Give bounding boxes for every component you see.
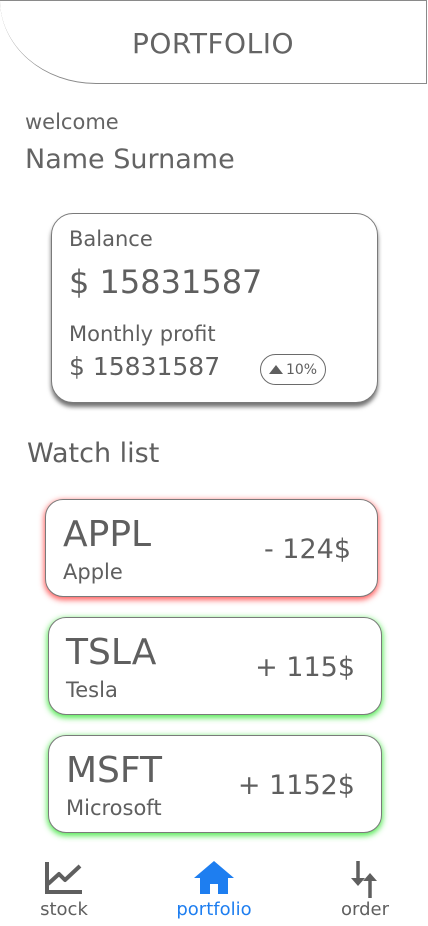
nav-label-portfolio: portfolio <box>176 899 252 920</box>
company-name: Microsoft <box>66 796 162 820</box>
watchlist-item-appl[interactable]: APPL Apple - 124$ <box>45 499 378 597</box>
company-name: Apple <box>63 560 123 584</box>
ticker-symbol: MSFT <box>66 750 162 791</box>
price-change: + 1152$ <box>237 770 355 801</box>
balance-label: Balance <box>69 227 153 251</box>
profit-badge: 10% <box>260 354 326 385</box>
balance-card: Balance $ 15831587 Monthly profit $ 1583… <box>51 213 378 403</box>
watch-list-title: Watch list <box>27 438 160 469</box>
user-name: Name Surname <box>25 144 235 175</box>
company-name: Tesla <box>66 678 118 702</box>
page-title: PORTFOLIO <box>132 27 294 60</box>
nav-label-order: order <box>341 899 389 920</box>
profit-badge-label: 10% <box>285 361 318 378</box>
nav-item-portfolio[interactable]: portfolio <box>159 850 269 926</box>
ticker-symbol: TSLA <box>66 632 157 673</box>
bottom-navigation: stock portfolio order <box>0 850 428 926</box>
monthly-profit-value: $ 15831587 <box>69 352 221 381</box>
ticker-symbol: APPL <box>63 514 152 555</box>
balance-value: $ 15831587 <box>69 263 263 301</box>
price-change: + 115$ <box>255 652 355 683</box>
watchlist-item-msft[interactable]: MSFT Microsoft + 1152$ <box>48 735 382 833</box>
sort-arrows-icon <box>351 861 377 898</box>
nav-item-order[interactable]: order <box>310 850 420 926</box>
monthly-profit-label: Monthly profit <box>69 322 216 346</box>
home-icon <box>194 861 234 894</box>
price-change: - 124$ <box>263 534 351 565</box>
triangle-up-icon <box>268 365 283 374</box>
chart-line-icon <box>45 862 82 894</box>
header-bar: PORTFOLIO <box>0 0 427 84</box>
nav-label-stock: stock <box>40 899 88 920</box>
welcome-text: welcome <box>25 110 119 134</box>
nav-item-stock[interactable]: stock <box>9 850 119 926</box>
watchlist-item-tsla[interactable]: TSLA Tesla + 115$ <box>48 617 382 715</box>
